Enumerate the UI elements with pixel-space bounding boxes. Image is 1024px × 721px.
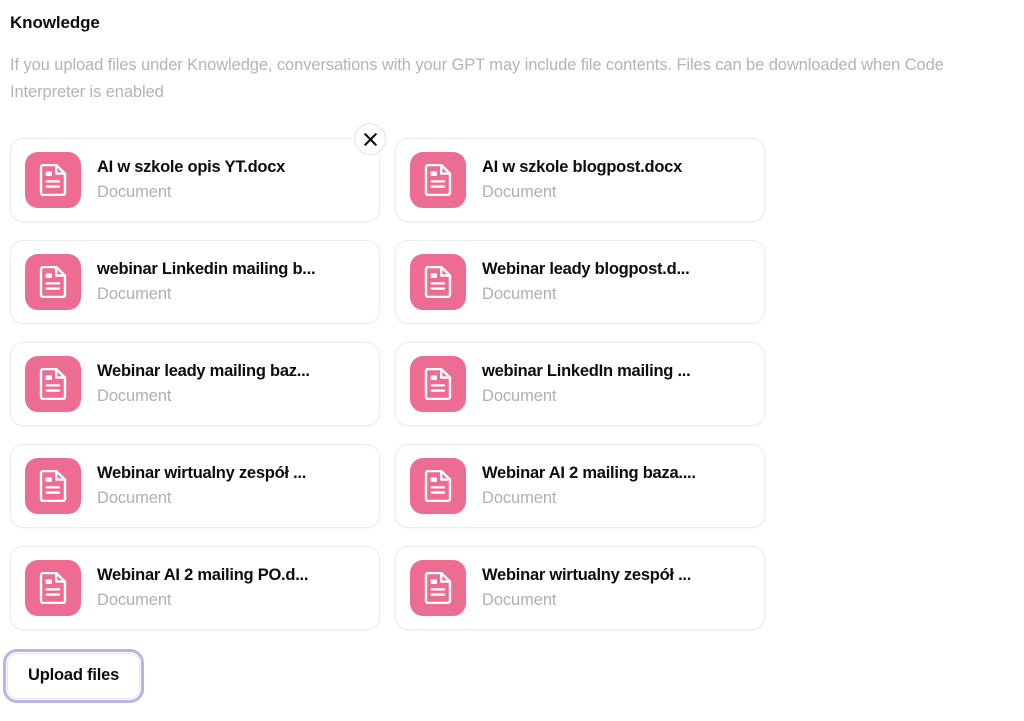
file-card[interactable]: Webinar leady mailing baz... Document bbox=[10, 342, 380, 426]
knowledge-panel: Knowledge If you upload files under Know… bbox=[0, 0, 1024, 721]
file-name: Webinar leady mailing baz... bbox=[97, 362, 310, 380]
file-row: Webinar leady mailing baz... Document web… bbox=[10, 342, 766, 426]
file-card[interactable]: Webinar AI 2 mailing baza.... Document bbox=[395, 444, 765, 528]
file-name: Webinar leady blogpost.d... bbox=[482, 260, 690, 278]
file-meta: Webinar wirtualny zespół ... Document bbox=[97, 463, 365, 509]
document-icon bbox=[25, 254, 81, 310]
file-row: AI w szkole opis YT.docx Document AI w sz… bbox=[10, 123, 766, 222]
file-meta: Webinar leady blogpost.d... Document bbox=[482, 259, 750, 305]
file-type-label: Document bbox=[482, 285, 557, 303]
file-type-label: Document bbox=[97, 387, 172, 405]
file-meta: Webinar leady mailing baz... Document bbox=[97, 361, 365, 407]
file-row: Webinar wirtualny zespół ... Document Web… bbox=[10, 444, 766, 528]
file-name: Webinar wirtualny zespół ... bbox=[482, 566, 692, 584]
knowledge-file-grid: AI w szkole opis YT.docx Document AI w sz… bbox=[10, 123, 766, 648]
file-row: Webinar AI 2 mailing PO.d... Document Web… bbox=[10, 546, 766, 630]
close-icon bbox=[363, 132, 377, 146]
file-name: Webinar AI 2 mailing baza.... bbox=[482, 464, 696, 482]
file-meta: Webinar AI 2 mailing baza.... Document bbox=[482, 463, 750, 509]
document-icon bbox=[410, 560, 466, 616]
document-icon bbox=[25, 560, 81, 616]
file-name: Webinar wirtualny zespół ... bbox=[97, 464, 307, 482]
file-card[interactable]: Webinar AI 2 mailing PO.d... Document bbox=[10, 546, 380, 630]
file-card[interactable]: webinar Linkedin mailing b... Document bbox=[10, 240, 380, 324]
file-type-label: Document bbox=[482, 183, 557, 201]
file-name: webinar Linkedin mailing b... bbox=[97, 260, 316, 278]
file-type-label: Document bbox=[97, 591, 172, 609]
knowledge-description: If you upload files under Knowledge, con… bbox=[10, 56, 944, 101]
file-meta: AI w szkole blogpost.docx Document bbox=[482, 157, 750, 203]
file-card[interactable]: webinar LinkedIn mailing ... Document bbox=[395, 342, 765, 426]
file-meta: AI w szkole opis YT.docx Document bbox=[97, 157, 365, 203]
file-card[interactable]: Webinar wirtualny zespół ... Document bbox=[10, 444, 380, 528]
file-name: AI w szkole opis YT.docx bbox=[97, 158, 286, 176]
upload-files-container: Upload files bbox=[2, 649, 145, 703]
file-type-label: Document bbox=[482, 489, 557, 507]
file-type-label: Document bbox=[97, 183, 172, 201]
file-card[interactable]: AI w szkole opis YT.docx Document bbox=[10, 123, 386, 222]
file-name: webinar LinkedIn mailing ... bbox=[482, 362, 691, 380]
file-type-label: Document bbox=[97, 489, 172, 507]
document-icon bbox=[410, 458, 466, 514]
page-title: Knowledge bbox=[10, 13, 100, 32]
file-meta: webinar Linkedin mailing b... Document bbox=[97, 259, 365, 305]
file-meta: Webinar wirtualny zespół ... Document bbox=[482, 565, 750, 611]
file-card[interactable]: Webinar leady blogpost.d... Document bbox=[395, 240, 765, 324]
document-icon bbox=[25, 152, 81, 208]
file-name: AI w szkole blogpost.docx bbox=[482, 158, 683, 176]
file-name: Webinar AI 2 mailing PO.d... bbox=[97, 566, 309, 584]
file-type-label: Document bbox=[482, 387, 557, 405]
remove-file-button[interactable] bbox=[354, 123, 386, 155]
document-icon bbox=[410, 356, 466, 412]
file-meta: webinar LinkedIn mailing ... Document bbox=[482, 361, 750, 407]
document-icon bbox=[410, 152, 466, 208]
document-icon bbox=[25, 458, 81, 514]
file-card[interactable]: Webinar wirtualny zespół ... Document bbox=[395, 546, 765, 630]
file-type-label: Document bbox=[97, 285, 172, 303]
file-row: webinar Linkedin mailing b... Document We… bbox=[10, 240, 766, 324]
file-type-label: Document bbox=[482, 591, 557, 609]
upload-files-button[interactable]: Upload files bbox=[2, 649, 145, 703]
document-icon bbox=[25, 356, 81, 412]
file-meta: Webinar AI 2 mailing PO.d... Document bbox=[97, 565, 365, 611]
document-icon bbox=[410, 254, 466, 310]
file-card[interactable]: AI w szkole blogpost.docx Document bbox=[395, 138, 765, 222]
